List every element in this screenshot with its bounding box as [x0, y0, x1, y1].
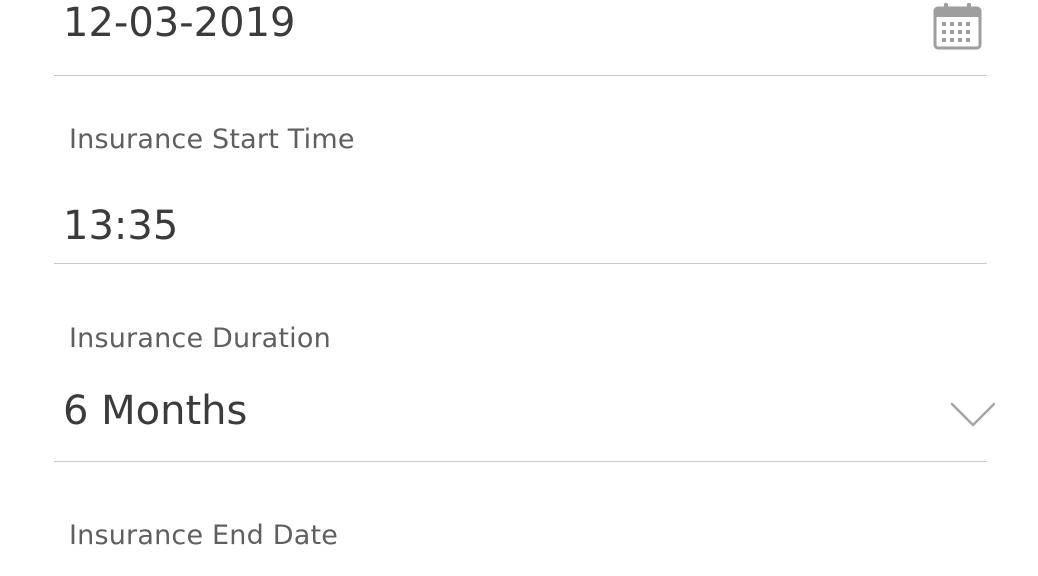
insurance-duration-label: Insurance Duration: [69, 323, 331, 354]
insurance-duration-value[interactable]: 6 Months: [63, 388, 247, 434]
insurance-start-time-value[interactable]: 13:35: [63, 203, 178, 249]
insurance-end-date-label: Insurance End Date: [69, 520, 339, 551]
duration-underline: [54, 461, 987, 462]
chevron-down-icon[interactable]: [950, 400, 996, 432]
insurance-start-time-label: Insurance Start Time: [69, 124, 355, 155]
calendar-icon[interactable]: [933, 2, 983, 54]
insurance-start-date-value[interactable]: 12-03-2019: [63, 0, 295, 46]
start-date-underline: [54, 75, 987, 76]
start-time-underline: [54, 263, 987, 264]
